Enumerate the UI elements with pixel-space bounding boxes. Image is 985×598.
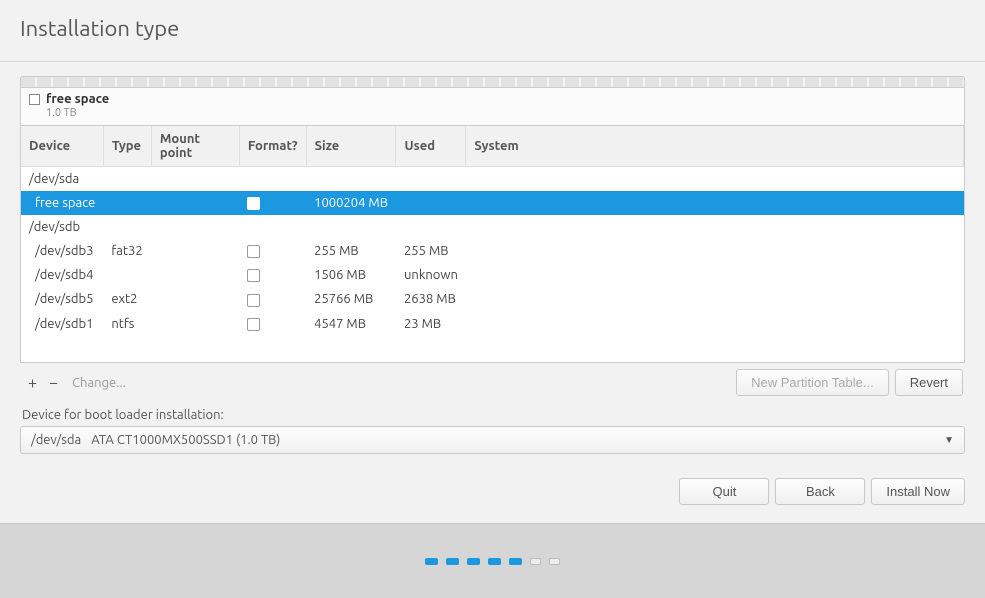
mount-cell xyxy=(151,191,239,215)
table-row[interactable]: /dev/sdb xyxy=(21,215,964,239)
format-checkbox[interactable] xyxy=(247,245,260,258)
format-cell xyxy=(239,312,306,336)
device-cell: /dev/sdb3 xyxy=(21,239,103,263)
size-cell: 1000204 MB xyxy=(306,191,396,215)
used-cell: unknown xyxy=(396,263,466,287)
used-cell: 23 MB xyxy=(396,312,466,336)
used-cell: 2638 MB xyxy=(396,287,466,311)
size-cell: 25766 MB xyxy=(306,287,396,311)
format-checkbox[interactable] xyxy=(247,294,260,307)
device-cell: /dev/sdb4 xyxy=(21,263,103,287)
progress-dot[interactable] xyxy=(425,558,438,565)
bootloader-device-dropdown[interactable]: /dev/sda ATA CT1000MX500SSD1 (1.0 TB) ▼ xyxy=(20,426,965,454)
table-row[interactable]: /dev/sdb3fat32 255 MB255 MB xyxy=(21,239,964,263)
page-header: Installation type xyxy=(0,0,985,62)
content-area: free space 1.0 TB Device Type Mount poin… xyxy=(0,62,985,464)
change-partition-button[interactable]: Change... xyxy=(72,376,126,390)
progress-dot[interactable] xyxy=(549,558,560,565)
progress-dot[interactable] xyxy=(509,558,522,565)
format-cell xyxy=(239,239,306,263)
bootloader-selected-device: /dev/sda xyxy=(31,433,81,447)
mount-cell xyxy=(151,263,239,287)
device-cell: /dev/sdb1 xyxy=(21,312,103,336)
progress-dot[interactable] xyxy=(467,558,480,565)
format-checkbox[interactable] xyxy=(247,269,260,282)
legend-text: free space 1.0 TB xyxy=(46,92,109,119)
bootloader-selected-desc: ATA CT1000MX500SSD1 (1.0 TB) xyxy=(91,433,280,447)
mount-cell xyxy=(151,312,239,336)
used-cell xyxy=(396,191,466,215)
table-row[interactable]: /dev/sdb4 1506 MBunknown xyxy=(21,263,964,287)
size-cell: 255 MB xyxy=(306,239,396,263)
format-cell xyxy=(239,191,306,215)
back-button[interactable]: Back xyxy=(775,478,865,505)
format-cell xyxy=(239,287,306,311)
system-cell xyxy=(466,191,964,215)
type-cell xyxy=(103,191,151,215)
chevron-down-icon: ▼ xyxy=(944,434,954,446)
add-partition-button[interactable]: + xyxy=(22,372,43,394)
progress-dot[interactable] xyxy=(530,558,541,565)
device-cell: /dev/sdb5 xyxy=(21,287,103,311)
type-cell: ext2 xyxy=(103,287,151,311)
col-format[interactable]: Format? xyxy=(239,126,306,167)
wizard-footer xyxy=(0,523,985,598)
partition-toolbar: + − Change... New Partition Table... Rev… xyxy=(20,363,965,402)
device-cell: /dev/sdb xyxy=(21,215,964,239)
legend-size: 1.0 TB xyxy=(46,107,109,119)
device-cell: free space xyxy=(21,191,103,215)
disk-usage-bar[interactable] xyxy=(20,76,965,88)
page-title: Installation type xyxy=(20,16,965,41)
remove-partition-button[interactable]: − xyxy=(43,372,64,394)
table-row[interactable]: /dev/sda xyxy=(21,167,964,192)
progress-dots xyxy=(425,558,560,565)
type-cell: ntfs xyxy=(103,312,151,336)
used-cell: 255 MB xyxy=(396,239,466,263)
format-checkbox[interactable] xyxy=(247,318,260,331)
quit-button[interactable]: Quit xyxy=(679,478,769,505)
freespace-swatch-icon xyxy=(29,94,40,105)
col-system[interactable]: System xyxy=(466,126,964,167)
mount-cell xyxy=(151,239,239,263)
device-cell: /dev/sda xyxy=(21,167,964,192)
system-cell xyxy=(466,239,964,263)
table-row[interactable]: /dev/sdb5ext2 25766 MB2638 MB xyxy=(21,287,964,311)
disk-legend: free space 1.0 TB xyxy=(20,88,965,126)
mount-cell xyxy=(151,287,239,311)
partition-table: Device Type Mount point Format? Size Use… xyxy=(21,126,964,336)
progress-dot[interactable] xyxy=(446,558,459,565)
format-cell xyxy=(239,263,306,287)
size-cell: 1506 MB xyxy=(306,263,396,287)
table-header-row: Device Type Mount point Format? Size Use… xyxy=(21,126,964,167)
new-partition-table-button[interactable]: New Partition Table... xyxy=(736,369,889,396)
bootloader-label: Device for boot loader installation: xyxy=(22,408,963,422)
col-size[interactable]: Size xyxy=(306,126,396,167)
system-cell xyxy=(466,312,964,336)
progress-dot[interactable] xyxy=(488,558,501,565)
wizard-nav: Quit Back Install Now xyxy=(0,464,985,523)
col-used[interactable]: Used xyxy=(396,126,466,167)
revert-button[interactable]: Revert xyxy=(895,369,963,396)
system-cell xyxy=(466,287,964,311)
table-row[interactable]: /dev/sdb1ntfs 4547 MB23 MB xyxy=(21,312,964,336)
type-cell xyxy=(103,263,151,287)
size-cell: 4547 MB xyxy=(306,312,396,336)
table-row[interactable]: free space 1000204 MB xyxy=(21,191,964,215)
col-type[interactable]: Type xyxy=(103,126,151,167)
system-cell xyxy=(466,263,964,287)
partition-table-container[interactable]: Device Type Mount point Format? Size Use… xyxy=(20,126,965,363)
col-mount[interactable]: Mount point xyxy=(151,126,239,167)
type-cell: fat32 xyxy=(103,239,151,263)
legend-name: free space xyxy=(46,92,109,106)
format-checkbox[interactable] xyxy=(247,197,260,210)
partition-table-body: /dev/sdafree space 1000204 MB/dev/sdb/dev… xyxy=(21,167,964,336)
col-device[interactable]: Device xyxy=(21,126,103,167)
install-now-button[interactable]: Install Now xyxy=(871,478,965,505)
